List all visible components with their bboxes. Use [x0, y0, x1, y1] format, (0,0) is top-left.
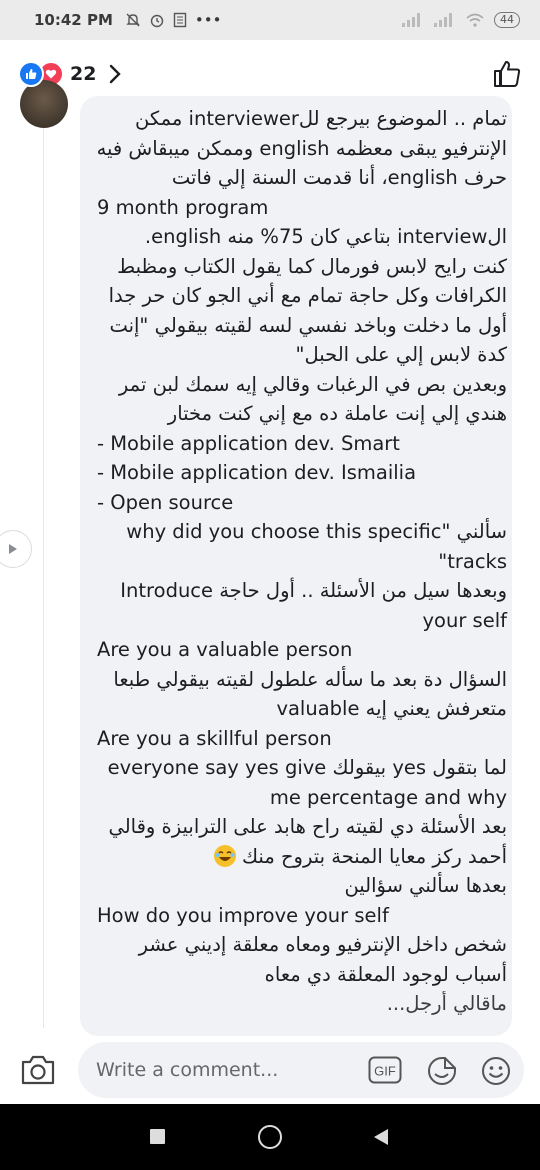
gif-label: GIF — [374, 1064, 396, 1079]
comment-line: - Mobile application dev. Smart — [97, 431, 400, 455]
gif-icon[interactable]: GIF — [368, 1056, 402, 1084]
wifi-icon — [466, 13, 484, 27]
comment-line: بعد الأسئلة دي لقيته راح هابد على التراب… — [108, 815, 507, 838]
comment-composer: GIF — [0, 1036, 540, 1104]
more-notifications: ••• — [194, 11, 222, 29]
comment-line: your self — [422, 608, 507, 632]
comment-line: ماقالي أرجل... — [386, 992, 507, 1015]
reaction-summary[interactable]: 22 — [18, 61, 122, 87]
comment-line-with-emoji: أحمد ركز معايا المنحة بتروح منك — [97, 842, 507, 872]
comment-bubble[interactable]: تمام .. الموضوع بيرجع للinterviewer ممكن… — [80, 96, 512, 1036]
alarm-icon — [150, 14, 164, 28]
comment-line: tracks" — [438, 549, 507, 573]
signal-icon — [402, 13, 420, 27]
comment-line: Are you a skillful person — [97, 726, 332, 750]
thread-line — [43, 128, 44, 1028]
comment-line: تمام .. الموضوع بيرجع للinterviewer ممكن — [135, 107, 507, 130]
comment-line: - Open source — [97, 490, 234, 514]
system-navigation-bar — [0, 1104, 540, 1170]
comment-input-container[interactable]: GIF — [78, 1042, 524, 1098]
comment-line: بعدها سألني سؤالين — [344, 874, 507, 897]
like-reaction-icon — [18, 61, 44, 87]
thumbs-up-icon[interactable] — [492, 59, 522, 89]
comment-line: كدة لابس إلي على الحبل" — [295, 343, 507, 366]
comment-line: 9 month program — [97, 195, 269, 219]
chevron-right-icon[interactable] — [108, 63, 122, 85]
comment-line: أحمد ركز معايا المنحة بتروح منك — [242, 844, 507, 868]
comment-line: السؤال دة بعد ما سأله علطول لقيته بيقولي… — [113, 667, 507, 691]
chevron-right-icon — [9, 544, 17, 554]
comment-line: وبعدين بص في الرغبات وقالي إيه سمك لبن ت… — [118, 372, 507, 396]
sticker-icon[interactable] — [426, 1055, 458, 1087]
mute-icon — [126, 13, 140, 27]
nav-recent-icon[interactable] — [150, 1129, 165, 1144]
comment-line: أسباب لوجود المعلقة دي معاه — [264, 962, 507, 986]
camera-icon[interactable] — [20, 1054, 56, 1086]
nav-back-icon[interactable] — [373, 1128, 389, 1146]
comment-line: How do you improve your self — [97, 903, 389, 927]
comment-line: لما بتقول yes بيقولك everyone say yes gi… — [107, 756, 507, 779]
comment-line: me percentage and why — [269, 785, 507, 809]
avatar[interactable] — [20, 80, 68, 128]
comment-line: سألني "why did you choose this specific — [126, 520, 507, 543]
comment-line: حرف english، أنا قدمت السنة إلي فاتت — [171, 166, 507, 189]
comment-line: الinterview بتاعي كان 75% منه english. — [144, 225, 507, 248]
nav-home-icon[interactable] — [258, 1125, 282, 1149]
comment-line: متعرفش يعني إيه valuable — [276, 697, 507, 720]
comment-line: هندي إلي إنت عاملة ده مع إني كنت مختار — [167, 402, 507, 425]
expand-replies-button[interactable] — [0, 530, 32, 568]
battery-icon: 44 — [494, 12, 520, 28]
status-time: 10:42 PM — [34, 11, 113, 29]
signal-icon — [434, 13, 452, 27]
comment-line: Are you a valuable person — [97, 638, 353, 661]
notes-icon — [173, 12, 187, 28]
laughing-emoji-icon — [213, 844, 236, 867]
comment-line: - Mobile application dev. Ismailia — [97, 461, 417, 484]
comment-line: الكرافات وكل حاجة تمام مع أني الجو كان ح… — [108, 284, 507, 307]
status-bar: 10:42 PM ••• 44 — [0, 0, 540, 40]
comment-line: أول ما دخلت وباخد نفسي لسه لقيته بيقولي … — [109, 313, 507, 337]
comment-line: شخص داخل الإنترفيو ومعاه معلقة إديني عشر — [138, 933, 507, 956]
comment-line: كنت رايح لابس فورمال كما يقول الكتاب ومظ… — [117, 254, 507, 278]
comment-text: تمام .. الموضوع بيرجع للinterviewer ممكن… — [97, 104, 507, 1019]
comment-input[interactable] — [94, 1058, 358, 1082]
reaction-count: 22 — [70, 63, 97, 85]
comment-line: الإنترفيو يبقى معظمه english وممكن ميبقا… — [96, 136, 507, 160]
emoji-icon[interactable] — [480, 1055, 512, 1087]
comment-line: وبعدها سيل من الأسئلة .. أول حاجة Introd… — [120, 579, 507, 602]
